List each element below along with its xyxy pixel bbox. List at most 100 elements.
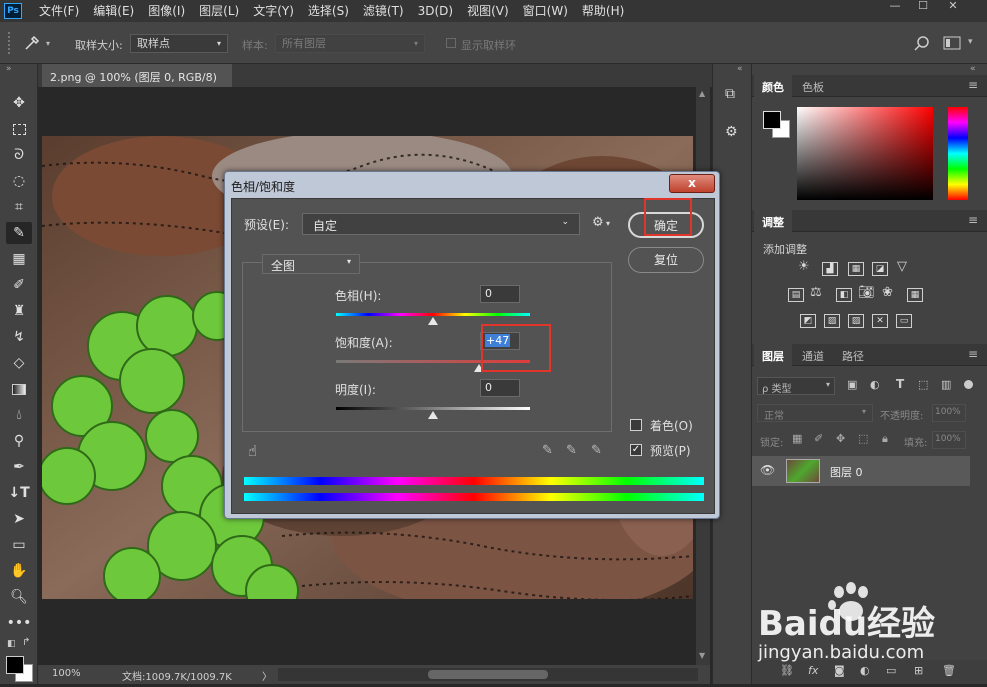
chevron-down-icon[interactable]: ▾ xyxy=(606,219,610,228)
dialog-close-button[interactable]: x xyxy=(669,174,715,193)
exposure-icon[interactable]: ◪ xyxy=(872,262,888,276)
filter-type-icon[interactable]: T xyxy=(896,377,904,391)
black-white-icon[interactable]: ◧ xyxy=(836,288,852,302)
levels-icon[interactable]: ▟ xyxy=(822,262,838,276)
healing-brush-tool-icon[interactable]: ▦ xyxy=(6,248,32,270)
zoom-level[interactable]: 100% xyxy=(52,668,81,679)
filter-shape-icon[interactable]: ⬚ xyxy=(918,378,928,391)
filter-pixel-icon[interactable]: ▣ xyxy=(847,378,857,391)
chevron-down-icon[interactable]: ▾ xyxy=(968,37,973,47)
hue-slider[interactable] xyxy=(948,107,968,200)
rectangle-tool-icon[interactable]: ▭ xyxy=(6,534,32,556)
layer-row[interactable]: 👁︎ 图层 0 xyxy=(752,456,970,486)
invert-icon[interactable]: ◩ xyxy=(800,314,816,328)
path-select-tool-icon[interactable]: ➤ xyxy=(6,508,32,530)
eraser-tool-icon[interactable]: ◇ xyxy=(6,352,32,374)
fill-input[interactable]: 100% xyxy=(932,431,966,449)
history-panel-icon[interactable]: ⧉ xyxy=(725,86,735,102)
search-icon[interactable] xyxy=(914,35,930,51)
curves-icon[interactable]: ▦ xyxy=(848,262,864,276)
menu-item[interactable]: 选择(S) xyxy=(301,0,356,22)
tab-channels[interactable]: 通道 xyxy=(794,344,832,366)
menu-item[interactable]: 帮助(H) xyxy=(575,0,631,22)
hue-slider-thumb[interactable] xyxy=(428,317,438,325)
layer-filter-select[interactable]: ρ 类型 ▾ xyxy=(757,377,835,395)
color-balance-icon[interactable]: ⚖ xyxy=(810,285,822,300)
reset-button[interactable]: 复位 xyxy=(628,247,704,273)
blend-mode-select[interactable]: 正常 ▾ xyxy=(757,404,873,422)
lightness-input[interactable]: 0 xyxy=(480,379,520,397)
default-colors-icon[interactable]: ◧ xyxy=(7,639,16,649)
tab-layers[interactable]: 图层 xyxy=(754,344,792,366)
lock-pixels-icon[interactable]: ✐ xyxy=(814,432,823,445)
menu-item[interactable]: 图层(L) xyxy=(192,0,246,22)
brush-tool-icon[interactable]: ✐ xyxy=(6,274,32,296)
menu-item[interactable]: 文字(Y) xyxy=(246,0,301,22)
lock-artboard-icon[interactable]: ⬚ xyxy=(858,432,868,445)
menu-item[interactable]: 图像(I) xyxy=(141,0,192,22)
color-picker-field[interactable] xyxy=(797,107,933,200)
foreground-color-swatch[interactable] xyxy=(763,111,781,129)
sample-select[interactable]: 所有图层 ▾ xyxy=(275,34,425,53)
channel-select[interactable]: 全图 ▾ xyxy=(262,254,360,274)
visibility-eye-icon[interactable]: 👁︎ xyxy=(760,463,775,477)
swap-colors-icon[interactable]: ↱ xyxy=(22,637,30,648)
document-tab[interactable]: 2.png @ 100% (图层 0, RGB/8) * × xyxy=(42,64,232,98)
eyedropper-add-icon[interactable]: ✎ xyxy=(566,443,577,458)
quick-select-tool-icon[interactable]: ◌ xyxy=(6,170,32,192)
menu-item[interactable]: 3D(D) xyxy=(411,0,460,22)
vibrance-icon[interactable]: ▽ xyxy=(897,259,907,274)
hue-slider-track[interactable] xyxy=(336,313,530,316)
hand-tool-icon[interactable]: ✋ xyxy=(6,560,32,582)
history-brush-tool-icon[interactable]: ↯ xyxy=(6,326,32,348)
maximize-button[interactable]: ☐ xyxy=(910,0,936,14)
zoom-tool-icon[interactable]: 🔍︎ xyxy=(6,586,32,608)
preview-checkbox[interactable]: ✓ xyxy=(630,444,642,456)
menu-item[interactable]: 编辑(E) xyxy=(86,0,141,22)
menu-item[interactable]: 滤镜(T) xyxy=(356,0,411,22)
menu-item[interactable]: 视图(V) xyxy=(460,0,516,22)
status-menu-arrow[interactable]: 〉 xyxy=(262,668,272,683)
color-lookup-icon[interactable]: ▦ xyxy=(907,288,923,302)
tab-paths[interactable]: 路径 xyxy=(834,344,872,366)
move-tool-icon[interactable]: ✥ xyxy=(6,92,32,114)
minimize-button[interactable]: — xyxy=(882,0,908,14)
hue-input[interactable]: 0 xyxy=(480,285,520,303)
blur-tool-icon[interactable]: 💧︎ xyxy=(6,404,32,426)
hand-adjust-icon[interactable]: ☝ xyxy=(248,442,257,460)
marquee-tool-icon[interactable] xyxy=(6,118,32,140)
gradient-map-icon[interactable]: ▭ xyxy=(896,314,912,328)
lasso-tool-icon[interactable]: ᘐ xyxy=(6,144,32,166)
tab-adjustments[interactable]: 调整 xyxy=(754,210,792,232)
filter-toggle-icon[interactable] xyxy=(964,380,973,389)
clone-stamp-tool-icon[interactable]: ♜ xyxy=(6,300,32,322)
preset-select[interactable]: 自定 ⌄ xyxy=(302,213,580,235)
panel-menu-icon[interactable]: ≡ xyxy=(968,213,978,227)
opacity-input[interactable]: 100% xyxy=(932,404,966,422)
type-tool-icon[interactable]: ↓T xyxy=(6,482,32,504)
menu-item[interactable]: 窗口(W) xyxy=(516,0,575,22)
channel-mixer-icon[interactable]: ❀ xyxy=(882,285,893,300)
dodge-tool-icon[interactable]: ⚲ xyxy=(6,430,32,452)
lock-transparent-icon[interactable]: ▦ xyxy=(792,432,802,445)
tab-swatches[interactable]: 色板 xyxy=(794,75,832,97)
more-tools-icon[interactable]: ••• xyxy=(6,612,32,634)
panel-menu-icon[interactable]: ≡ xyxy=(968,347,978,361)
threshold-icon[interactable]: ▨ xyxy=(848,314,864,328)
eyedropper-tool-icon[interactable]: ✎ xyxy=(6,222,32,244)
brightness-icon[interactable]: ☀ xyxy=(798,259,810,274)
properties-panel-icon[interactable]: ⚙ xyxy=(725,124,738,140)
eyedropper-subtract-icon[interactable]: ✎ xyxy=(591,443,602,458)
posterize-icon[interactable]: ▨ xyxy=(824,314,840,328)
show-ring-checkbox[interactable] xyxy=(446,38,456,48)
gear-icon[interactable]: ⚙ xyxy=(592,215,604,230)
collapse-icon[interactable]: » xyxy=(6,64,12,74)
filter-smart-icon[interactable]: ▥ xyxy=(941,378,951,391)
colorize-checkbox[interactable] xyxy=(630,419,642,431)
horizontal-scrollbar[interactable] xyxy=(278,668,698,681)
lightness-slider-track[interactable] xyxy=(336,407,530,410)
lock-all-icon[interactable]: 🔒︎ xyxy=(882,432,888,446)
pen-tool-icon[interactable]: ✒ xyxy=(6,456,32,478)
sample-size-select[interactable]: 取样点 ▾ xyxy=(130,34,228,53)
filter-adjustment-icon[interactable]: ◐ xyxy=(870,378,880,391)
